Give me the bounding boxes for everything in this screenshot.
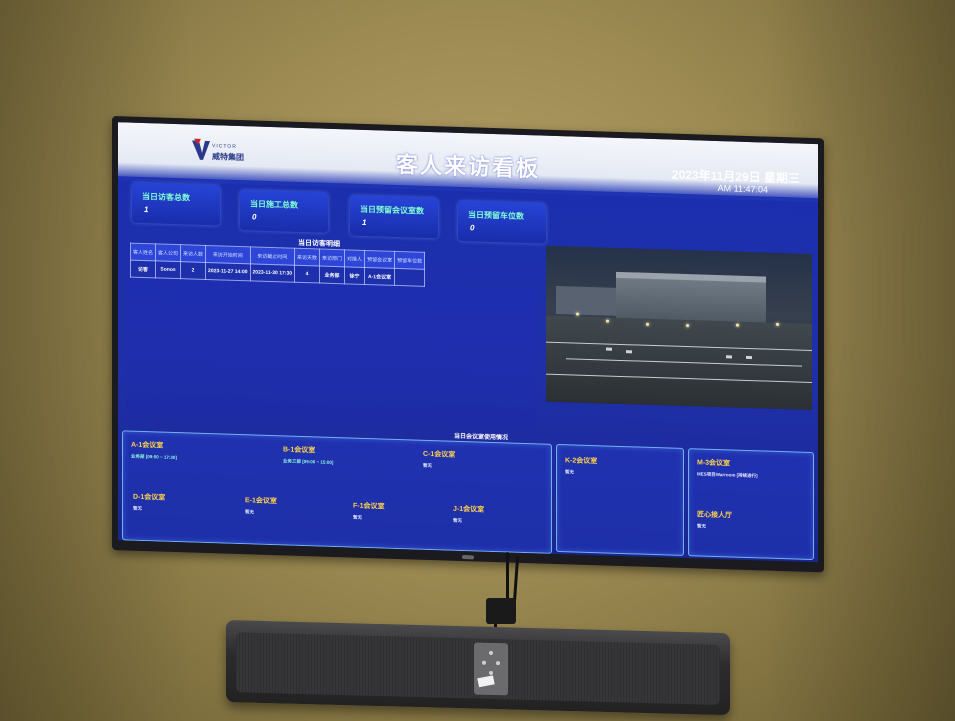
stat-label: 当日预留车位数 [468, 210, 524, 221]
soundbar-button [496, 661, 500, 666]
room-card-a1: A-1会议室 业务部 [09:00 ~ 17:30] [131, 441, 177, 461]
stat-value: 1 [362, 217, 367, 227]
table-cell: 徐宁 [344, 266, 365, 285]
dashboard-screen: VICTOR 威特集团 客人来访看板 2023年11月29日 星期三 AM 11… [118, 122, 818, 563]
rooms-section-title: 当日会议室使用情况 [454, 433, 509, 442]
soundbar-control-panel [474, 642, 508, 696]
column-header: 来访部门 [319, 249, 345, 267]
stat-card-visitors: 当日访客总数 1 [132, 182, 220, 226]
room-card-b1: B-1会议室 业务三部 [09:00 ~ 15:00] [283, 446, 334, 465]
soundbar [226, 620, 730, 716]
table-cell: 4 [294, 265, 320, 284]
room-group-k2: K-2会议室 暂无 [556, 443, 684, 556]
room-card-d1: D-1会议室 暂无 [133, 493, 166, 511]
room-group-m3: M-3会议室 MES项目Warroom [持续进行] 匠心接人厅 暂无 [688, 448, 814, 561]
stat-label: 当日施工总数 [250, 199, 298, 210]
table-cell: 2023-11-30 17:30 [250, 263, 295, 283]
tv-display: VICTOR 威特集团 客人来访看板 2023年11月29日 星期三 AM 11… [112, 116, 824, 573]
column-header: 来访截止时间 [250, 246, 295, 266]
column-header: 预留车位数 [394, 251, 425, 270]
stat-value: 0 [252, 212, 257, 222]
table-cell: 2023-11-27 14:00 [205, 262, 251, 281]
stat-label: 当日访客总数 [142, 191, 190, 203]
column-header: 来访人数 [180, 244, 206, 263]
room-card-j1: J-1会议室 暂无 [453, 505, 485, 523]
column-header: 客人姓名 [130, 243, 156, 261]
table-cell: A-1会议室 [364, 267, 395, 286]
tv-brand-logo [462, 554, 474, 560]
wall-bracket [486, 598, 516, 624]
table-cell: Sonos [155, 260, 181, 279]
room-card-e1: E-1会议室 暂无 [245, 497, 277, 515]
stat-card-parking: 当日预留车位数 0 [458, 200, 546, 244]
stat-label: 当日预留会议室数 [360, 204, 424, 216]
room-card-k2: K-2会议室 暂无 [565, 457, 598, 475]
room-group-main: A-1会议室 业务部 [09:00 ~ 17:30] B-1会议室 业务三部 [… [122, 430, 552, 554]
facility-photo [546, 245, 812, 410]
time-display: AM 11:47:04 [717, 183, 768, 195]
stat-value: 1 [144, 205, 149, 215]
soundbar-button [489, 650, 493, 655]
column-header: 来访开始时间 [205, 245, 251, 264]
stat-card-meeting-rooms: 当日预留会议室数 1 [350, 195, 438, 239]
table-cell: 业务部 [319, 266, 345, 284]
column-header: 预留会议室 [364, 250, 395, 269]
column-header: 对接人 [344, 249, 365, 268]
room-card-m3: M-3会议室 MES项目Warroom [持续进行] [697, 459, 758, 479]
column-header: 客人公司 [155, 243, 181, 262]
room-card-c1: C-1会议室 暂无 [423, 450, 456, 469]
room-card-f1: F-1会议室 暂无 [353, 502, 385, 520]
table-cell [394, 268, 425, 287]
visitor-panel-bg [126, 276, 536, 430]
room-card-craftsman-hall: 匠心接人厅 暂无 [697, 511, 732, 529]
stat-value: 0 [470, 223, 475, 233]
soundbar-button [482, 660, 486, 665]
table-cell: 访客 [130, 260, 156, 278]
column-header: 来访天数 [294, 248, 320, 267]
stat-card-construction: 当日施工总数 0 [240, 190, 328, 233]
table-cell: 2 [180, 261, 206, 280]
